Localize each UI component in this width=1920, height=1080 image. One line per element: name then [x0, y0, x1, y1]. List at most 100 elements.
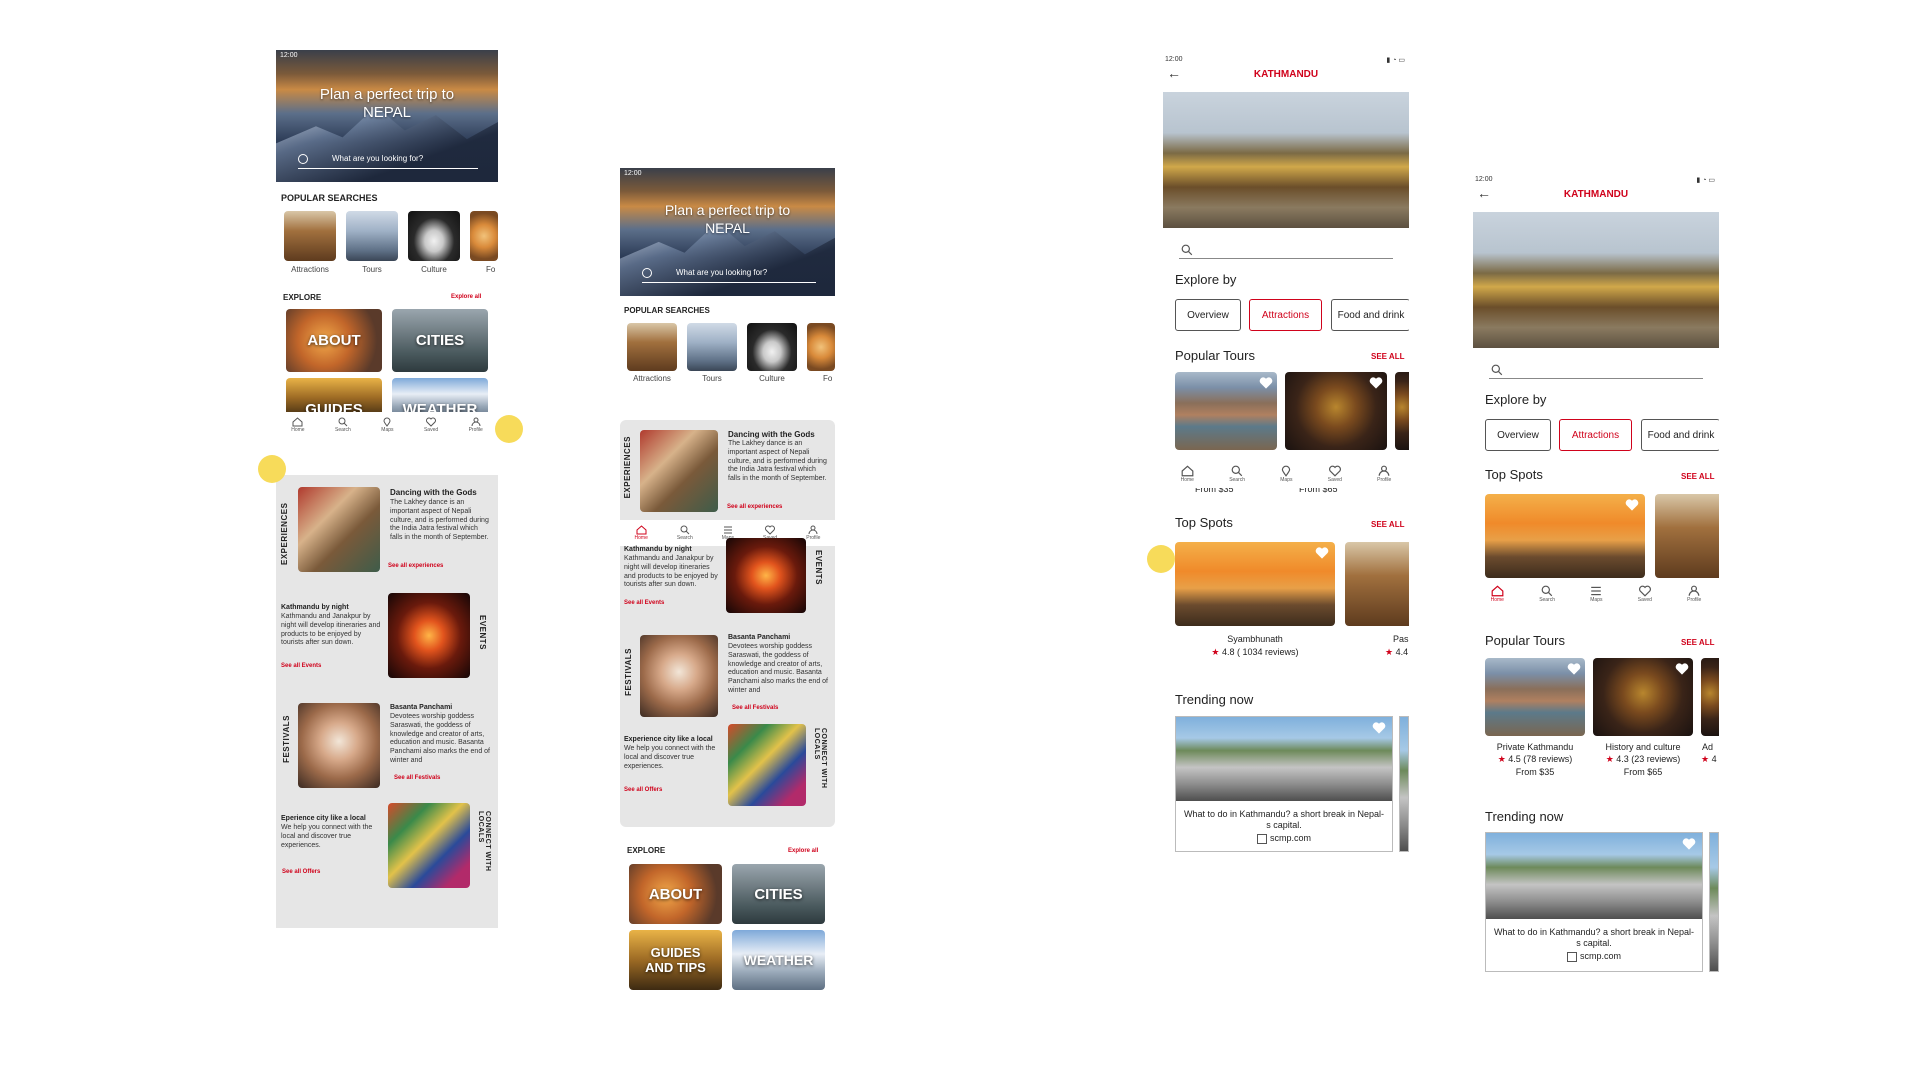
- highlight-dot-3: [1147, 545, 1175, 573]
- explore-by-title: Explore by: [1175, 272, 1237, 287]
- hero-title-line2: NEPAL: [705, 220, 750, 236]
- heart-icon[interactable]: [1372, 721, 1386, 735]
- events-image[interactable]: [388, 593, 470, 678]
- locals-image[interactable]: [388, 803, 470, 888]
- nav-saved[interactable]: Saved: [1638, 585, 1652, 603]
- heart-icon[interactable]: [1315, 546, 1329, 560]
- nav-search[interactable]: Search: [677, 525, 693, 541]
- festivals-link[interactable]: See all Festivals: [732, 705, 778, 711]
- nav-home[interactable]: Home: [1181, 465, 1194, 483]
- tile-weather[interactable]: WEATHER: [732, 930, 825, 990]
- spot-rating: ★ 4.8 ( 1034 reviews): [1211, 647, 1299, 657]
- search-input[interactable]: What are you looking for?: [642, 268, 816, 283]
- trend-card[interactable]: What to do in Kathmandu? a short break i…: [1485, 832, 1703, 972]
- popular-searches-title: POPULAR SEARCHES: [624, 306, 710, 315]
- nav-home[interactable]: Home: [1491, 585, 1504, 603]
- festivals-image[interactable]: [640, 635, 718, 717]
- locals-link[interactable]: See all Offers: [624, 787, 662, 793]
- festivals-image[interactable]: [298, 703, 380, 788]
- nav-saved[interactable]: Saved: [1328, 465, 1342, 483]
- nav-maps[interactable]: Maps: [1280, 465, 1293, 483]
- chip-attractions[interactable]: Attractions: [1559, 419, 1632, 451]
- heart-icon[interactable]: [1567, 662, 1581, 676]
- top-spots-see-all[interactable]: SEE ALL: [1371, 520, 1404, 529]
- chip-overview[interactable]: Overview: [1175, 299, 1241, 331]
- discover-panel: EXPERIENCES Dancing with the Gods The La…: [620, 420, 835, 827]
- nav-search[interactable]: Search: [1229, 465, 1245, 483]
- spot-image-2[interactable]: [1345, 542, 1409, 626]
- search-icon: [1541, 585, 1553, 597]
- events-image[interactable]: [726, 538, 806, 613]
- bottom-nav: Home Search Maps Saved Profile: [276, 412, 498, 438]
- chip-attractions[interactable]: Attractions: [1249, 299, 1322, 331]
- nav-profile[interactable]: Profile: [806, 525, 820, 541]
- trend-card-2[interactable]: [1709, 832, 1719, 972]
- explore-all-link[interactable]: Explore all: [451, 294, 481, 300]
- experience-image[interactable]: [640, 430, 718, 512]
- spot-image-2[interactable]: [1655, 494, 1719, 578]
- user-icon: [1688, 585, 1700, 596]
- chip-food-and-drink[interactable]: Food and drink: [1331, 299, 1409, 331]
- tour-image-3[interactable]: [1395, 372, 1409, 450]
- chip-food-and-drink[interactable]: Food and drink: [1641, 419, 1719, 451]
- popular-tours-see-all[interactable]: SEE ALL: [1681, 638, 1714, 647]
- nav-maps[interactable]: Maps: [381, 417, 394, 433]
- popular-thumb-attractions[interactable]: [284, 211, 336, 261]
- screen-home-v2: 12:00 Plan a perfect trip to NEPAL What …: [620, 168, 835, 998]
- nav-profile[interactable]: Profile: [1377, 465, 1391, 483]
- explore-by-title: Explore by: [1485, 392, 1547, 407]
- search-input[interactable]: [1489, 362, 1703, 379]
- tile-guides[interactable]: GUIDES AND TIPS: [629, 930, 722, 990]
- tile-about[interactable]: ABOUT: [629, 864, 722, 924]
- events-link[interactable]: See all Events: [624, 600, 664, 606]
- top-spots-see-all[interactable]: SEE ALL: [1681, 472, 1714, 481]
- experience-link[interactable]: See all experiences: [388, 563, 443, 569]
- nav-profile[interactable]: Profile: [469, 417, 483, 433]
- search-input[interactable]: [1179, 242, 1393, 259]
- heart-icon[interactable]: [1259, 376, 1273, 390]
- trend-card-2[interactable]: [1399, 716, 1409, 852]
- popular-thumb-food[interactable]: [807, 323, 835, 371]
- popular-thumb-culture[interactable]: [408, 211, 460, 261]
- events-link[interactable]: See all Events: [281, 663, 321, 669]
- locals-image[interactable]: [728, 724, 806, 806]
- popular-thumb-attractions[interactable]: [627, 323, 677, 371]
- spot-image-1[interactable]: [1175, 542, 1335, 626]
- nav-search[interactable]: Search: [335, 417, 351, 433]
- explore-all-link[interactable]: Explore all: [788, 848, 818, 854]
- tile-cities[interactable]: CITIES: [392, 309, 488, 372]
- popular-thumb-food[interactable]: [470, 211, 498, 261]
- popular-thumb-tours[interactable]: [346, 211, 398, 261]
- nav-home[interactable]: Home: [635, 525, 648, 541]
- tile-cities[interactable]: CITIES: [732, 864, 825, 924]
- nav-search[interactable]: Search: [1539, 585, 1555, 603]
- heart-icon[interactable]: [1682, 837, 1696, 851]
- experience-link[interactable]: See all experiences: [727, 504, 782, 510]
- tour-name-3: Ad: [1702, 742, 1714, 752]
- heart-icon[interactable]: [1369, 376, 1383, 390]
- tile-about[interactable]: ABOUT: [286, 309, 382, 372]
- spot-image-1[interactable]: [1485, 494, 1645, 578]
- popular-thumb-tours[interactable]: [687, 323, 737, 371]
- popular-label-tours: Tours: [362, 265, 382, 274]
- chip-overview[interactable]: Overview: [1485, 419, 1551, 451]
- tour-image-3[interactable]: [1701, 658, 1719, 736]
- popular-thumb-culture[interactable]: [747, 323, 797, 371]
- experience-image[interactable]: [298, 487, 380, 572]
- nav-profile[interactable]: Profile: [1687, 585, 1701, 603]
- nav-home[interactable]: Home: [291, 417, 305, 433]
- popular-label-attractions: Attractions: [633, 374, 671, 383]
- nav-maps[interactable]: Maps: [1590, 585, 1603, 603]
- locals-title: Experience city like a local: [624, 736, 713, 743]
- events-label: EVENTS: [478, 615, 487, 651]
- trend-card[interactable]: What to do in Kathmandu? a short break i…: [1175, 716, 1393, 852]
- locals-link[interactable]: See all Offers: [282, 869, 320, 875]
- status-icons: ▮ ◔ ▭: [1386, 57, 1405, 64]
- spot-name: Syambhunath: [1227, 634, 1283, 644]
- search-input[interactable]: What are you looking for?: [298, 154, 478, 169]
- heart-icon[interactable]: [1675, 662, 1689, 676]
- festivals-link[interactable]: See all Festivals: [394, 775, 440, 781]
- popular-tours-see-all[interactable]: SEE ALL: [1371, 352, 1404, 361]
- heart-icon[interactable]: [1625, 498, 1639, 512]
- nav-saved[interactable]: Saved: [424, 417, 438, 433]
